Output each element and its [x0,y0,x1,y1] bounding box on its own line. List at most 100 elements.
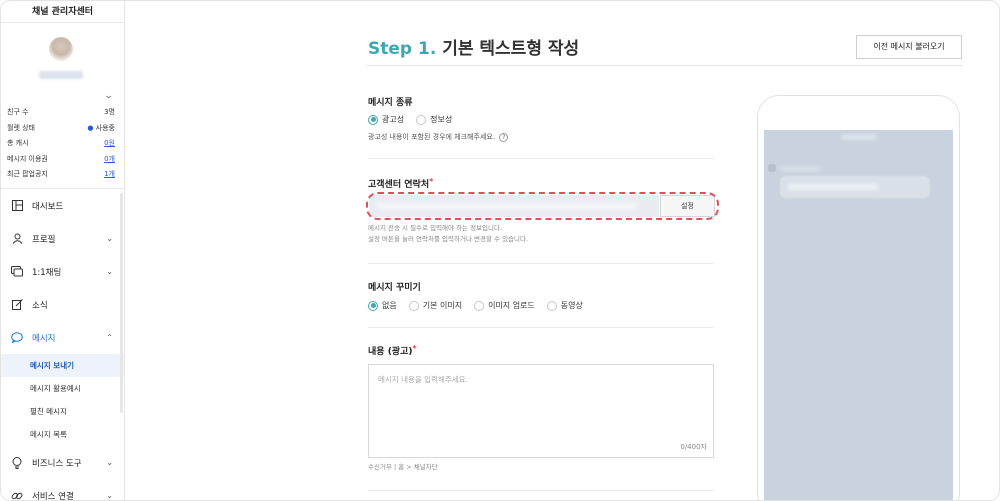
radio-unselected-icon[interactable] [474,300,485,311]
sidebar-scrollbar[interactable] [120,193,123,413]
textarea-placeholder: 메시지 내용을 입력해주세요. [378,375,468,384]
link-icon [11,490,23,501]
phone-preview [757,95,960,500]
sidebar-item-message[interactable]: 메시지 ⌃ [1,321,124,354]
sidebar-item-news[interactable]: 소식 [1,288,124,321]
stat-value: 3명 [104,108,115,116]
chevron-up-icon: ⌃ [106,333,113,342]
contact-label: 고객센터 연락처* [368,177,433,190]
stat-row-cash: 총 캐시 0원 [1,136,124,152]
stat-row-vouchers: 메시지 이용권 0개 [1,152,124,168]
sidebar-item-dashboard[interactable]: 대시보드 [1,189,124,222]
hint-text: 광고성 내용이 포함된 경우에 체크해주세요. [368,133,496,141]
content-label-text: 내용 (광고) [368,347,413,357]
preview-message-bubble [780,176,930,198]
stat-link[interactable]: 1개 [104,167,115,183]
message-content-textarea[interactable]: 메시지 내용을 입력해주세요. 0/400자 [368,364,714,458]
person-icon [11,233,23,245]
stat-label: 월렛 상태 [7,123,35,132]
sidebar-item-label: 프로필 [32,234,56,245]
preview-date-blurred [841,134,877,140]
section-divider [368,158,714,159]
decoration-label: 메시지 꾸미기 [368,283,421,293]
message-type-hint: 광고성 내용이 포함된 경우에 체크해주세요. ? [368,132,509,142]
help-icon[interactable]: ? [499,133,509,142]
main-content: Step 1. 기본 텍스트형 작성 이전 메시지 불러오기 메시지 종류 광고… [125,1,999,500]
submenu-item-examples[interactable]: 메시지 활용예시 [1,377,124,400]
chevron-down-icon: ⌄ [106,234,113,243]
radio-label: 없음 [382,301,397,310]
sidebar-item-label: 비즈니스 도구 [32,458,82,469]
message-submenu: 메시지 보내기 메시지 활용예시 펼친 메시지 메시지 목록 [1,354,124,446]
lightbulb-icon [11,456,23,469]
radio-image-upload[interactable]: 이미지 업로드 [474,300,535,311]
section-divider [368,263,714,264]
speech-bubble-icon [11,332,23,344]
sidebar-item-label: 1:1채팅 [32,267,62,278]
load-previous-message-button[interactable]: 이전 메시지 불러오기 [856,35,962,59]
chevron-down-icon: ⌄ [106,267,113,276]
section-divider [368,490,714,491]
radio-unselected-icon[interactable] [416,114,427,125]
message-type-radio-group: 광고성 정보성 [368,114,464,125]
sidebar-item-label: 서비스 연결 [32,491,74,501]
radio-advertising[interactable]: 광고성 [368,114,404,125]
stat-link[interactable]: 0원 [104,136,115,152]
sidebar-item-business-tools[interactable]: 비즈니스 도구 ⌄ [1,446,124,479]
radio-label: 정보성 [430,115,453,124]
contact-note-line: 메시지 전송 시 필수로 입력해야 하는 정보입니다. [368,224,503,232]
sidebar-item-profile[interactable]: 프로필 ⌄ [1,222,124,255]
contact-label-text: 고객센터 연락처 [368,180,430,190]
stat-label: 총 캐시 [7,139,29,147]
sidebar-menu: 대시보드 프로필 ⌄ 1:1채팅 ⌄ 소식 메시지 ⌃ 메시지 보내기 메시지 … [1,189,124,501]
page-title-text: 기본 텍스트형 작성 [442,39,580,59]
chat-icon [11,266,23,278]
radio-label: 광고성 [382,115,405,124]
unsubscribe-note: 수신거부 | 홈 > 채널차단 [368,463,438,471]
radio-selected-icon[interactable] [368,300,378,311]
radio-selected-icon[interactable] [368,114,378,125]
stat-row-popup: 최근 팝업공지 1개 [1,167,124,183]
radio-unselected-icon[interactable] [408,300,419,311]
message-type-label: 메시지 종류 [368,98,413,108]
channel-stats: 친구 수 3명 월렛 상태 ● 사용중 총 캐시 0원 메시지 이용권 0개 최… [1,99,124,189]
dashboard-icon [11,200,23,212]
radio-label: 기본 이미지 [422,301,463,310]
stat-label: 메시지 이용권 [7,154,48,163]
required-mark: * [412,344,417,353]
radio-label: 동영상 [560,301,583,310]
radio-informational[interactable]: 정보성 [416,114,452,125]
step-label: Step 1. [368,39,437,59]
page-title: Step 1. 기본 텍스트형 작성 [368,34,579,59]
contact-note: 메시지 전송 시 필수로 입력해야 하는 정보입니다. 설정 버튼을 눌러 연락… [368,223,528,245]
sidebar-item-label: 소식 [32,300,48,311]
sidebar-item-chat[interactable]: 1:1채팅 ⌄ [1,255,124,288]
channel-profile[interactable]: ⌄ [1,23,124,101]
sidebar-item-service-connect[interactable]: 서비스 연결 ⌄ [1,479,124,501]
radio-video[interactable]: 동영상 [546,300,583,311]
radio-basic-image[interactable]: 기본 이미지 [408,300,463,311]
stat-label: 최근 팝업공지 [7,170,48,178]
radio-none[interactable]: 없음 [368,300,397,311]
chevron-down-icon: ⌄ [106,458,113,467]
decoration-radio-group: 없음 기본 이미지 이미지 업로드 동영상 [368,300,595,311]
app-window: 채널 관리자센터 ⌄ 친구 수 3명 월렛 상태 ● 사용중 총 캐시 0원 메… [0,0,1000,501]
sidebar-item-label: 대시보드 [32,201,64,212]
required-mark: * [429,177,434,186]
wallet-status: 사용중 [95,123,115,132]
section-divider [368,327,714,328]
submenu-item-wide[interactable]: 펼친 메시지 [1,400,124,423]
content-label: 내용 (광고)* [368,344,417,357]
preview-name-blurred [780,166,820,171]
stat-link[interactable]: 0개 [104,152,115,168]
submenu-item-list[interactable]: 메시지 목록 [1,423,124,446]
chevron-down-icon: ⌄ [106,491,113,500]
stat-row-friends: 친구 수 3명 [1,105,124,121]
character-counter: 0/400자 [680,443,707,451]
sidebar-title: 채널 관리자센터 [1,1,124,23]
radio-unselected-icon[interactable] [546,300,557,311]
channel-name-blurred [39,71,83,79]
submenu-item-send[interactable]: 메시지 보내기 [1,354,124,377]
sidebar: 채널 관리자센터 ⌄ 친구 수 3명 월렛 상태 ● 사용중 총 캐시 0원 메… [1,1,125,501]
sidebar-item-label: 메시지 [32,333,56,344]
